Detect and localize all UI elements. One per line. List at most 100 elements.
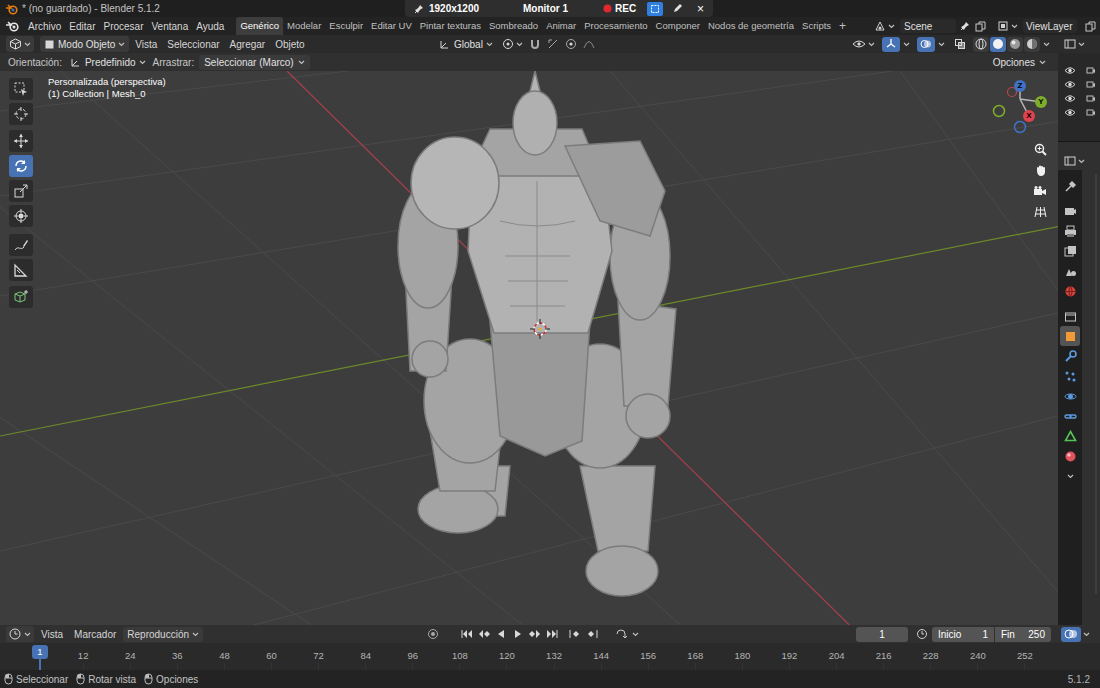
properties-tab[interactable] <box>1060 366 1080 386</box>
dropdown-icon[interactable] <box>1043 42 1050 47</box>
previous-keyframe-icon[interactable] <box>477 628 490 640</box>
record-button[interactable]: REC <box>603 1 641 16</box>
options-dropdown[interactable]: Opciones <box>989 55 1050 70</box>
properties-tab[interactable] <box>1060 261 1080 281</box>
drag-setting-dropdown[interactable]: Seleccionar (Marco) <box>199 55 309 70</box>
timeline-menu-label[interactable]: Reproducción <box>127 627 189 642</box>
dropdown-icon[interactable] <box>903 42 910 47</box>
viewport-menu-item[interactable]: Seleccionar <box>163 37 223 52</box>
tool-button[interactable] <box>9 205 33 227</box>
timeline-menu-item[interactable]: Reproducción <box>123 627 203 642</box>
orientation-setting-dropdown[interactable]: Predefinido <box>67 55 149 70</box>
render-visibility-icon[interactable] <box>1086 94 1096 103</box>
record-label[interactable]: REC <box>615 1 636 16</box>
tool-button[interactable] <box>9 155 33 177</box>
render-visibility-icon[interactable] <box>1086 66 1096 75</box>
snap-target-icon[interactable] <box>547 38 559 50</box>
play-icon[interactable] <box>511 628 524 640</box>
menu-item[interactable]: Procesar <box>99 19 147 34</box>
workspace-tab[interactable]: Scripts <box>798 17 835 35</box>
eye-icon[interactable] <box>1064 80 1076 89</box>
tool-button[interactable] <box>9 130 33 152</box>
timeline-menu-label[interactable]: Marcador <box>74 627 116 642</box>
y-axis-label[interactable]: Y <box>1035 96 1047 108</box>
eye-icon[interactable] <box>1064 66 1076 75</box>
properties-tab[interactable] <box>1060 241 1080 261</box>
pin-scene-icon[interactable] <box>959 20 971 32</box>
timeline-menu-label[interactable]: Vista <box>41 627 63 642</box>
dropdown-icon[interactable] <box>632 632 639 637</box>
workspace-tab[interactable]: Modelar <box>283 17 325 35</box>
properties-tab[interactable] <box>1060 406 1080 426</box>
3d-cursor[interactable] <box>530 319 550 339</box>
workspace-tab[interactable]: Genérico <box>236 17 283 35</box>
zoom-icon[interactable] <box>1031 140 1049 158</box>
new-view-layer-icon[interactable] <box>1084 20 1096 32</box>
workspace-tab[interactable]: Editar UV <box>367 17 416 35</box>
blender-menu-icon[interactable] <box>4 19 20 33</box>
region-button[interactable] <box>647 2 663 16</box>
properties-tab[interactable] <box>1060 446 1080 466</box>
properties-tab[interactable] <box>1060 281 1080 301</box>
drag-setting-value[interactable]: Seleccionar (Marco) <box>204 55 293 70</box>
pen-button[interactable] <box>669 2 685 16</box>
editor-type-button[interactable] <box>6 36 34 52</box>
auto-keying-icon[interactable] <box>426 627 440 641</box>
timeline-ruler[interactable]: 1224364860728496108120132144156168180192… <box>0 643 1100 670</box>
eye-icon[interactable] <box>1064 108 1076 117</box>
falloff-icon[interactable] <box>583 39 595 49</box>
workspace-tab[interactable]: Esculpir <box>325 17 367 35</box>
tool-button[interactable] <box>9 234 33 256</box>
options-label[interactable]: Opciones <box>993 55 1035 70</box>
scene-canvas[interactable] <box>0 71 1058 625</box>
outliner-row[interactable] <box>1058 63 1100 77</box>
keying-icon[interactable] <box>614 628 628 640</box>
properties-tab[interactable] <box>1060 386 1080 406</box>
current-frame-field[interactable]: 1 <box>856 627 908 642</box>
properties-tab[interactable] <box>1060 326 1080 346</box>
workspace-tab[interactable]: Sombreado <box>485 17 542 35</box>
workspace-tab[interactable]: Componer <box>652 17 704 35</box>
3d-viewport[interactable]: Personalizada (perspectiva)(1) Collectio… <box>0 71 1058 625</box>
dropdown-icon[interactable] <box>938 42 945 47</box>
shading-button[interactable] <box>1007 37 1023 52</box>
render-visibility-icon[interactable] <box>1086 108 1096 117</box>
editor-type-icon[interactable] <box>1064 155 1076 167</box>
viewport-menu-item[interactable]: Vista <box>131 37 161 52</box>
monitor-label[interactable]: Monitor 1 <box>523 1 603 16</box>
menu-item[interactable]: Ayuda <box>192 19 228 34</box>
character-model[interactable] <box>398 71 676 596</box>
orientation-setting-value[interactable]: Predefinido <box>85 55 136 70</box>
orientation-label[interactable]: Global <box>454 37 483 52</box>
camera-icon[interactable] <box>1031 182 1049 200</box>
shading-button[interactable] <box>1024 37 1040 52</box>
start-frame-value[interactable]: 1 <box>982 627 988 642</box>
properties-tab[interactable] <box>1060 306 1080 326</box>
workspace-tab[interactable]: Animar <box>542 17 580 35</box>
grid-icon[interactable] <box>1031 203 1049 221</box>
properties-tab[interactable] <box>1060 176 1080 196</box>
overlays-toggle[interactable] <box>917 37 935 52</box>
dropdown-icon[interactable] <box>1083 632 1090 637</box>
hand-icon[interactable] <box>1031 161 1049 179</box>
next-keyframe-icon[interactable] <box>528 628 541 640</box>
dropdown-icon[interactable] <box>1078 42 1085 47</box>
orientation-dropdown[interactable]: Global <box>436 37 496 52</box>
proportional-edit-icon[interactable] <box>565 38 577 50</box>
close-button[interactable]: × <box>697 3 704 15</box>
tool-button[interactable] <box>9 180 33 202</box>
workspace-tab[interactable]: Pintar texturas <box>416 17 485 35</box>
view-layer-field[interactable]: ViewLayer <box>1023 19 1077 33</box>
menu-item[interactable]: Archivo <box>24 19 65 34</box>
viewport-menu-item[interactable]: Objeto <box>271 37 308 52</box>
shading-button[interactable] <box>973 37 989 52</box>
mode-label[interactable]: Modo Objeto <box>58 37 115 52</box>
end-frame-value[interactable]: 250 <box>1028 627 1045 642</box>
play-reverse-icon[interactable] <box>494 628 507 640</box>
xray-icon[interactable] <box>954 38 966 50</box>
add-workspace-button[interactable]: + <box>835 17 850 35</box>
editor-type-button[interactable] <box>6 626 34 642</box>
outliner-row[interactable] <box>1058 91 1100 105</box>
tool-button[interactable] <box>9 259 33 281</box>
preview-range-icon[interactable] <box>916 628 928 640</box>
